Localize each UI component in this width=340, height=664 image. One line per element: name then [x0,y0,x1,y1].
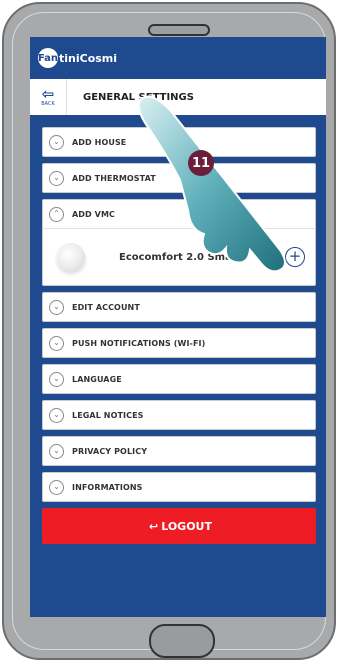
plus-circle-icon: + [288,247,302,265]
menu-item-label: LANGUAGE [72,374,122,384]
chevron-down-icon: ⌄ [49,371,64,387]
menu-item-add-vmc-expanded: ⌃ ADD VMC Ecocomfort 2.0 Smart + [42,199,316,286]
phone-speaker [148,24,210,36]
app-bar: Fan tiniCosmi [30,37,326,79]
menu-item-informations[interactable]: ⌄ INFORMATIONS [42,472,316,502]
chevron-down-icon: ⌄ [49,170,64,186]
logo-text: tiniCosmi [59,51,118,65]
logout-button[interactable]: ↩ LOGOUT [42,508,316,544]
logout-label: LOGOUT [161,519,212,533]
menu-item-language[interactable]: ⌄ LANGUAGE [42,364,316,394]
menu-item-push-notifications[interactable]: ⌄ PUSH NOTIFICATIONS (WI-FI) [42,328,316,358]
menu-item-label: ADD VMC [72,209,115,219]
back-button[interactable]: ⇦ BACK [30,79,67,115]
vmc-device-row: Ecocomfort 2.0 Smart + [43,229,315,285]
menu-item-label: ADD THERMOSTAT [72,173,156,183]
step-badge: 11 [188,150,214,176]
device-name: Ecocomfort 2.0 Smart [119,251,242,263]
chevron-down-icon: ⌄ [49,407,64,423]
chevron-down-icon: ⌄ [49,299,64,315]
menu-item-label: INFORMATIONS [72,482,143,492]
page-title: GENERAL SETTINGS [83,91,194,103]
menu-item-add-house[interactable]: ⌄ ADD HOUSE [42,127,316,157]
chevron-down-icon: ⌄ [49,479,64,495]
add-device-button[interactable]: + [285,247,305,267]
menu-item-edit-account[interactable]: ⌄ EDIT ACCOUNT [42,292,316,322]
menu-item-add-vmc[interactable]: ⌃ ADD VMC [43,200,315,229]
title-bar: ⇦ BACK GENERAL SETTINGS [30,79,326,115]
settings-menu: ⌄ ADD HOUSE ⌄ ADD THERMOSTAT ⌃ ADD VMC E… [42,127,316,544]
menu-item-label: PRIVACY POLICY [72,446,148,456]
menu-item-label: LEGAL NOTICES [72,410,144,420]
logout-arrow-icon: ↩ [148,519,159,533]
menu-item-privacy-policy[interactable]: ⌄ PRIVACY POLICY [42,436,316,466]
chevron-down-icon: ⌄ [49,443,64,459]
device-image [57,243,85,271]
app-screen: Fan tiniCosmi ⇦ BACK GENERAL SETTINGS ⌄ … [30,37,326,617]
logo-icon: Fan [38,48,58,68]
menu-item-legal-notices[interactable]: ⌄ LEGAL NOTICES [42,400,316,430]
back-label: BACK [41,101,55,107]
phone-home-button[interactable] [149,624,215,658]
back-arrow-icon: ⇦ [41,85,55,103]
chevron-up-icon: ⌃ [49,206,64,222]
chevron-down-icon: ⌄ [49,134,64,150]
menu-item-label: PUSH NOTIFICATIONS (WI-FI) [72,338,206,348]
menu-item-add-thermostat[interactable]: ⌄ ADD THERMOSTAT [42,163,316,193]
menu-item-label: ADD HOUSE [72,137,127,147]
chevron-down-icon: ⌄ [49,335,64,351]
menu-item-label: EDIT ACCOUNT [72,302,140,312]
